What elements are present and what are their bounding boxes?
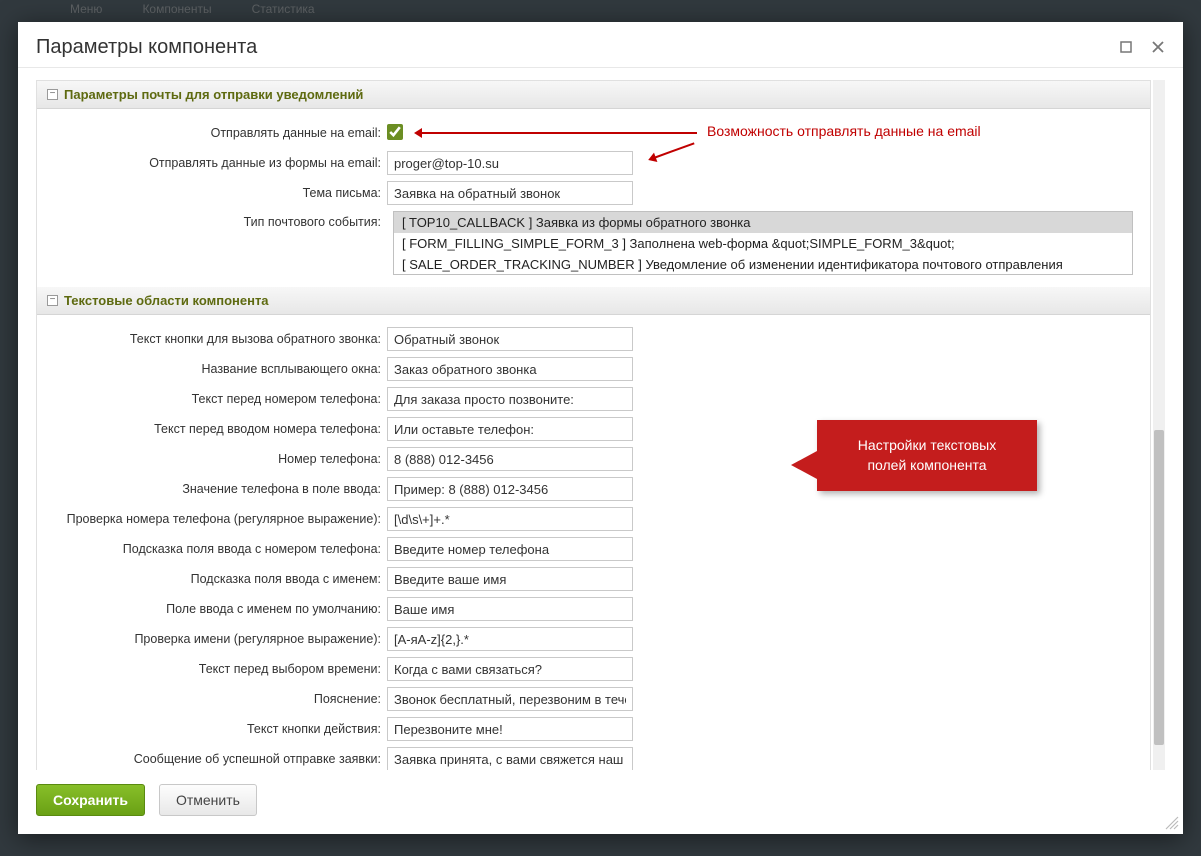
field-label: Текст кнопки для вызова обратного звонка… — [47, 332, 387, 346]
top-menu: Меню Компоненты Статистика — [0, 0, 1201, 22]
text-input[interactable] — [387, 567, 633, 591]
field-label: Отправлять данные из формы на email: — [47, 156, 387, 170]
top-menu-item: Меню — [70, 2, 102, 20]
maximize-icon[interactable] — [1119, 41, 1133, 55]
collapse-icon[interactable]: − — [47, 89, 58, 100]
event-option[interactable]: [ FORM_FILLING_SIMPLE_FORM_3 ] Заполнена… — [394, 233, 1132, 254]
form-row: Текст кнопки для вызова обратного звонка… — [47, 327, 1140, 351]
field-label: Название всплывающего окна: — [47, 362, 387, 376]
form-row: Название всплывающего окна: — [47, 357, 1140, 381]
text-input[interactable] — [387, 327, 633, 351]
event-option[interactable]: [ SALE_ORDER_TRACKING_NUMBER ] Уведомлен… — [394, 254, 1132, 275]
modal-footer: Сохранить Отменить — [18, 770, 1183, 834]
text-input[interactable] — [387, 537, 633, 561]
text-input[interactable] — [387, 417, 633, 441]
form-row: Проверка имени (регулярное выражение): — [47, 627, 1140, 651]
subject-input[interactable] — [387, 181, 633, 205]
row-event-type: Тип почтового события: [ TOP10_CALLBACK … — [47, 211, 1140, 275]
text-input[interactable] — [387, 657, 633, 681]
text-input[interactable] — [387, 747, 633, 770]
text-input[interactable] — [387, 627, 633, 651]
form-row: Сообщение об успешной отправке заявки: — [47, 747, 1140, 770]
section-header-text[interactable]: − Текстовые области компонента — [37, 287, 1150, 315]
modal-dialog: Параметры компонента − Параметры почты д… — [18, 22, 1183, 834]
form-row: Текст перед вводом номера телефона: — [47, 417, 1140, 441]
text-input[interactable] — [387, 687, 633, 711]
field-label: Поле ввода с именем по умолчанию: — [47, 602, 387, 616]
top-menu-item: Компоненты — [142, 2, 211, 20]
field-label: Отправлять данные на email: — [47, 126, 387, 140]
section-text-body: Настройки текстовых полей компонента Тек… — [37, 315, 1150, 770]
field-label: Значение телефона в поле ввода: — [47, 482, 387, 496]
field-label: Подсказка поля ввода с именем: — [47, 572, 387, 586]
section-header-mail[interactable]: − Параметры почты для отправки уведомлен… — [37, 81, 1150, 109]
field-label: Текст перед вводом номера телефона: — [47, 422, 387, 436]
section-title: Параметры почты для отправки уведомлений — [64, 87, 363, 102]
text-input[interactable] — [387, 477, 633, 501]
modal-header: Параметры компонента — [18, 22, 1183, 68]
form-row: Поле ввода с именем по умолчанию: — [47, 597, 1140, 621]
form-row: Значение телефона в поле ввода: — [47, 477, 1140, 501]
field-label: Тип почтового события: — [47, 211, 387, 229]
save-button[interactable]: Сохранить — [36, 784, 145, 816]
form-row: Текст кнопки действия: — [47, 717, 1140, 741]
cancel-button[interactable]: Отменить — [159, 784, 257, 816]
form-row: Текст перед номером телефона: — [47, 387, 1140, 411]
text-input[interactable] — [387, 387, 633, 411]
text-input[interactable] — [387, 447, 633, 471]
text-input[interactable] — [387, 357, 633, 381]
form-row: Подсказка поля ввода с именем: — [47, 567, 1140, 591]
close-icon[interactable] — [1151, 41, 1165, 55]
field-label: Проверка имени (регулярное выражение): — [47, 632, 387, 646]
text-input[interactable] — [387, 507, 633, 531]
top-menu-item: Статистика — [252, 2, 315, 20]
annotation-arrow — [417, 132, 697, 134]
section-mail-body: Отправлять данные на email: Возможность … — [37, 109, 1150, 287]
field-label: Сообщение об успешной отправке заявки: — [47, 752, 387, 766]
send-email-checkbox[interactable] — [387, 124, 403, 140]
form-row: Подсказка поля ввода с номером телефона: — [47, 537, 1140, 561]
field-label: Пояснение: — [47, 692, 387, 706]
row-send-email: Отправлять данные на email: Возможность … — [47, 121, 1140, 145]
field-label: Текст перед выбором времени: — [47, 662, 387, 676]
email-input[interactable] — [387, 151, 633, 175]
annotation-text: Возможность отправлять данные на email — [707, 123, 981, 139]
resize-grip[interactable] — [1165, 816, 1179, 830]
text-input[interactable] — [387, 717, 633, 741]
row-send-from-form: Отправлять данные из формы на email: — [47, 151, 1140, 175]
scrollbar-thumb[interactable] — [1154, 430, 1164, 745]
field-label: Текст перед номером телефона: — [47, 392, 387, 406]
text-input[interactable] — [387, 597, 633, 621]
modal-body: − Параметры почты для отправки уведомлен… — [18, 68, 1183, 770]
form-row: Текст перед выбором времени: — [47, 657, 1140, 681]
field-label: Номер телефона: — [47, 452, 387, 466]
field-label: Текст кнопки действия: — [47, 722, 387, 736]
field-label: Тема письма: — [47, 186, 387, 200]
field-label: Подсказка поля ввода с номером телефона: — [47, 542, 387, 556]
section-title: Текстовые области компонента — [64, 293, 269, 308]
form-row: Пояснение: — [47, 687, 1140, 711]
collapse-icon[interactable]: − — [47, 295, 58, 306]
row-subject: Тема письма: — [47, 181, 1140, 205]
scroll-area[interactable]: − Параметры почты для отправки уведомлен… — [36, 80, 1151, 770]
event-option[interactable]: [ TOP10_CALLBACK ] Заявка из формы обрат… — [394, 212, 1132, 233]
event-type-select[interactable]: [ TOP10_CALLBACK ] Заявка из формы обрат… — [393, 211, 1133, 275]
modal-title: Параметры компонента — [36, 36, 1119, 59]
form-row: Номер телефона: — [47, 447, 1140, 471]
form-row: Проверка номера телефона (регулярное выр… — [47, 507, 1140, 531]
scrollbar[interactable] — [1153, 80, 1165, 770]
field-label: Проверка номера телефона (регулярное выр… — [47, 512, 387, 526]
